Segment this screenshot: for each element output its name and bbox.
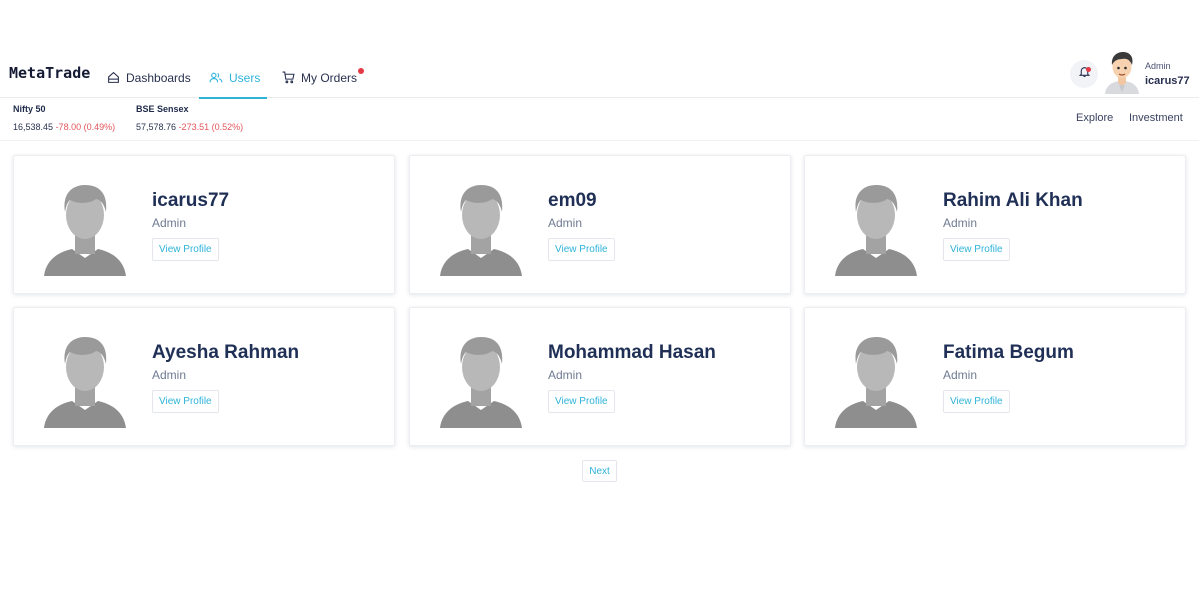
ticker-value: 57,578.76 xyxy=(136,122,177,132)
brand-logo[interactable]: MetaTrade xyxy=(9,64,90,82)
ticker-name: Nifty 50 xyxy=(13,104,46,114)
view-profile-button[interactable]: View Profile xyxy=(152,390,219,413)
notifications-button[interactable] xyxy=(1070,60,1098,88)
user-placeholder-icon xyxy=(440,337,522,428)
home-icon xyxy=(107,71,120,84)
user-name: Rahim Ali Khan xyxy=(943,190,1083,211)
user-role: Admin xyxy=(943,216,978,230)
user-placeholder-icon xyxy=(44,337,126,428)
user-name: em09 xyxy=(548,190,597,211)
user-name: Fatima Begum xyxy=(943,342,1074,363)
nav-dashboards[interactable]: Dashboards xyxy=(107,57,191,98)
user-placeholder-icon xyxy=(835,337,917,428)
notification-dot xyxy=(1086,67,1091,72)
ticker-nifty-50: Nifty 50 16,538.45 -78.00 (0.49%) xyxy=(13,104,115,132)
nav-my-orders-label: My Orders xyxy=(301,70,358,85)
orders-notification-dot xyxy=(358,68,365,74)
user-card: em09 Admin View Profile xyxy=(409,155,791,294)
user-name: Mohammad Hasan xyxy=(548,342,716,363)
users-icon xyxy=(209,71,223,84)
user-placeholder-icon xyxy=(44,185,126,276)
nav-users[interactable]: Users xyxy=(199,57,267,99)
user-role: Admin xyxy=(152,216,187,230)
view-profile-button[interactable]: View Profile xyxy=(548,390,615,413)
ticker-name: BSE Sensex xyxy=(136,104,189,114)
market-ticker-bar: Nifty 50 16,538.45 -78.00 (0.49%) BSE Se… xyxy=(0,98,1199,141)
investment-link[interactable]: Investment xyxy=(1129,112,1183,124)
top-navbar: MetaTrade Dashboards Users My Orders Adm… xyxy=(0,42,1199,99)
user-role: Admin xyxy=(1145,61,1171,71)
user-card: Ayesha Rahman Admin View Profile xyxy=(13,307,395,446)
view-profile-button[interactable]: View Profile xyxy=(152,238,219,261)
ticker-value: 16,538.45 xyxy=(13,122,54,132)
user-name: Ayesha Rahman xyxy=(152,342,300,363)
ticker-change: -273.51 (0.52%) xyxy=(178,122,244,132)
user-name[interactable]: icarus77 xyxy=(1145,75,1190,87)
user-card: Mohammad Hasan Admin View Profile xyxy=(409,307,791,446)
user-card: Rahim Ali Khan Admin View Profile xyxy=(804,155,1186,294)
ticker-change: -78.00 (0.49%) xyxy=(55,122,116,132)
user-role: Admin xyxy=(548,216,583,230)
next-page-button[interactable]: Next xyxy=(582,460,617,482)
user-role: Admin xyxy=(548,368,583,382)
user-card: Fatima Begum Admin View Profile xyxy=(804,307,1186,446)
explore-link[interactable]: Explore xyxy=(1076,112,1113,124)
user-card: icarus77 Admin View Profile xyxy=(13,155,395,294)
ticker-bse-sensex: BSE Sensex 57,578.76 -273.51 (0.52%) xyxy=(136,104,243,132)
user-avatar[interactable] xyxy=(1103,48,1141,94)
nav-my-orders[interactable]: My Orders xyxy=(282,57,365,98)
user-role: Admin xyxy=(152,368,187,382)
cart-icon xyxy=(282,71,295,84)
user-placeholder-icon xyxy=(440,185,522,276)
user-name: icarus77 xyxy=(152,190,230,211)
view-profile-button[interactable]: View Profile xyxy=(548,238,615,261)
view-profile-button[interactable]: View Profile xyxy=(943,238,1010,261)
user-role: Admin xyxy=(943,368,978,382)
nav-dashboards-label: Dashboards xyxy=(126,70,191,85)
user-placeholder-icon xyxy=(835,185,917,276)
nav-users-label: Users xyxy=(229,70,261,85)
view-profile-button[interactable]: View Profile xyxy=(943,390,1010,413)
